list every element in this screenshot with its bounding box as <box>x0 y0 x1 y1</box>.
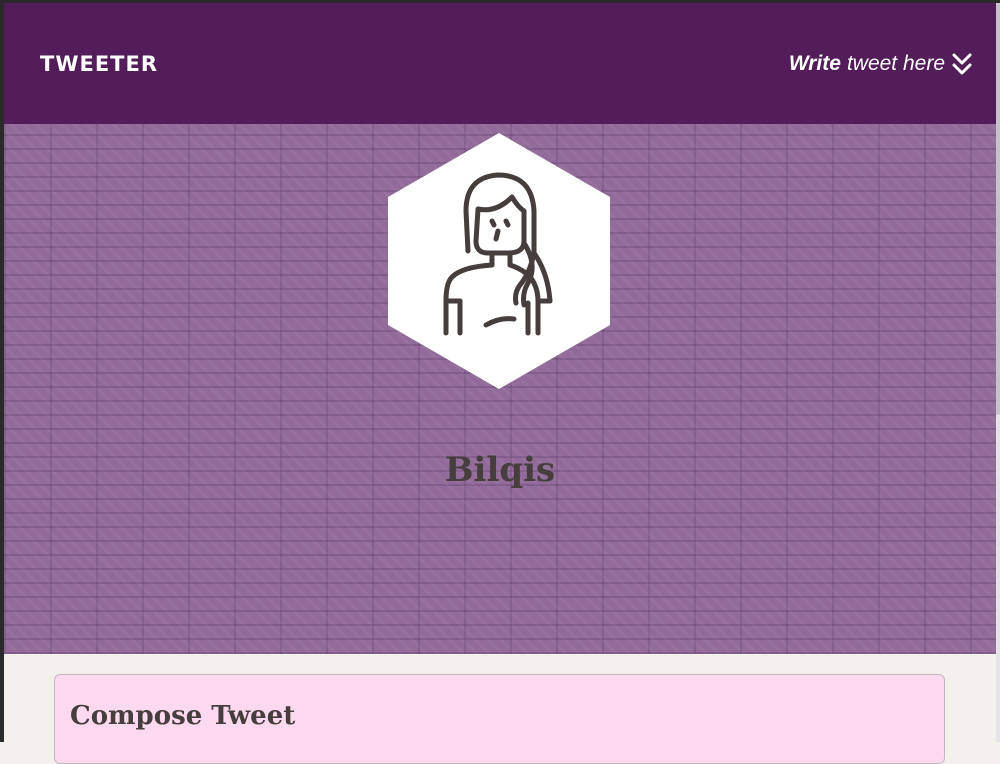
top-navbar: TWEETER Write tweet here <box>4 3 996 124</box>
profile-hero: Bilqis <box>4 124 996 654</box>
compose-tweet-card: Compose Tweet <box>54 674 945 764</box>
chevron-double-down-icon[interactable] <box>951 52 973 76</box>
write-tweet-toggle[interactable]: Write tweet here <box>789 52 973 76</box>
write-label-strong: Write <box>788 51 841 75</box>
brand-logo[interactable]: TWEETER <box>40 52 158 76</box>
scrollbar-thumb[interactable] <box>996 3 1000 415</box>
profile-avatar <box>388 133 610 389</box>
write-label-rest: tweet here <box>846 51 945 75</box>
avatar-hexagon <box>388 133 610 389</box>
compose-title: Compose Tweet <box>70 701 296 731</box>
profile-name: Bilqis <box>444 450 556 490</box>
